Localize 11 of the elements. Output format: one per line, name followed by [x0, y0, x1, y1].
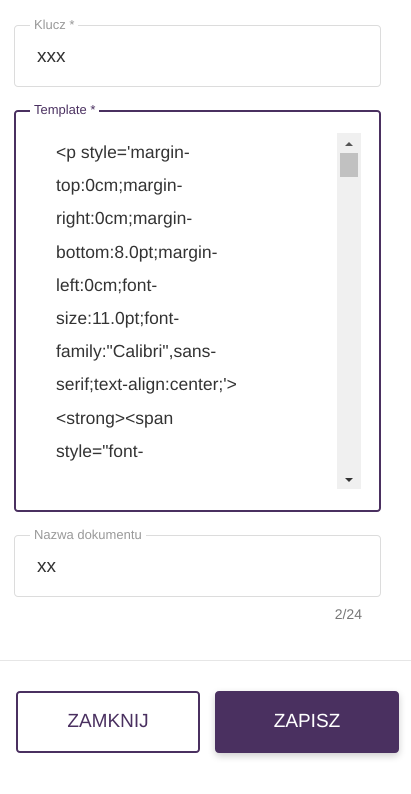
close-button[interactable]: ZAMKNIJ — [16, 691, 200, 753]
save-button[interactable]: ZAPISZ — [215, 691, 399, 753]
field-label: Nazwa dokumentu — [30, 527, 146, 542]
scrollbar-thumb[interactable] — [340, 153, 358, 177]
template-text: <p style='margin- top:0cm;margin- right:0cm;margin- bottom:8.0pt;margin- left:0cm;font- size:11.0pt;font- family:"Calibri",sans- serif;text-align:center;'> <strong><span style="font- — [56, 141, 238, 463]
scroll-down-icon[interactable] — [344, 477, 354, 483]
scrollbar[interactable] — [337, 133, 361, 489]
field-label: Template * — [30, 102, 100, 117]
character-counter: 2/24 — [334, 606, 362, 622]
field-label: Klucz * — [30, 17, 78, 32]
scroll-up-icon[interactable] — [344, 141, 354, 147]
